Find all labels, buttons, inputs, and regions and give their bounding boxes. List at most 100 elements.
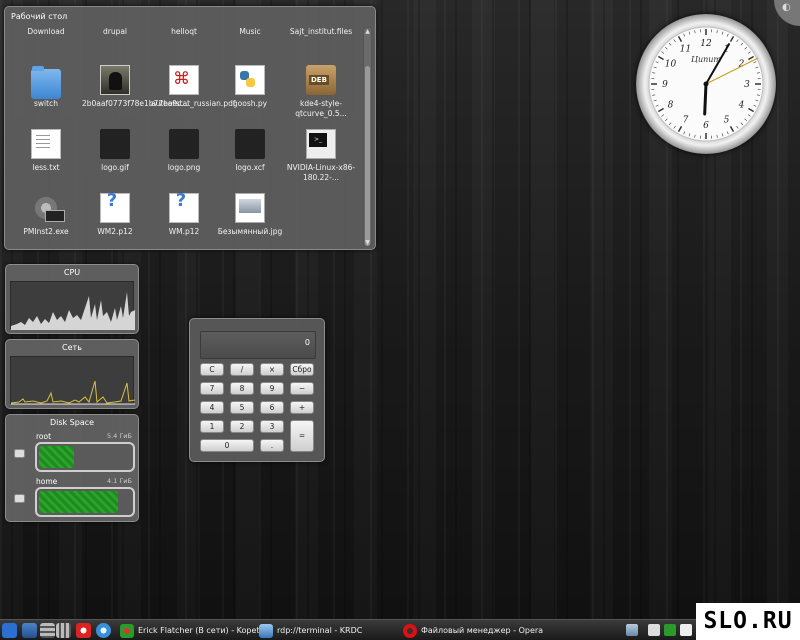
calc-key-2[interactable]: 2 bbox=[230, 420, 254, 433]
file-item-label: Download bbox=[27, 27, 65, 36]
volume-tray-icon[interactable] bbox=[648, 624, 660, 636]
file-item-label: helloqt bbox=[171, 27, 197, 36]
calc-key-9[interactable]: 9 bbox=[260, 382, 284, 395]
file-item-wm-p12[interactable]: WM.p12 bbox=[151, 193, 217, 237]
file-item-photo[interactable]: 2b0aaf0773f78e1b77ea9c... bbox=[82, 65, 189, 109]
folder-view-title: Рабочий стол bbox=[11, 12, 68, 21]
disk-space-widget: Disk Space root 5.4 ГиБ home 4.1 ГиБ bbox=[5, 414, 139, 522]
image-icon bbox=[235, 193, 265, 223]
pager-desktop-icon[interactable] bbox=[56, 623, 71, 638]
file-item-sajt-institut[interactable]: Sajt_institut.files bbox=[285, 27, 357, 37]
scrollbar-thumb[interactable] bbox=[365, 66, 370, 246]
network-tray-icon[interactable] bbox=[626, 624, 638, 636]
calc-key-5[interactable]: 5 bbox=[230, 401, 254, 414]
hard-drive-icon bbox=[14, 494, 25, 503]
image-icon bbox=[100, 129, 130, 159]
opera-icon bbox=[403, 623, 417, 638]
kopete-tray-icon[interactable] bbox=[664, 624, 676, 636]
file-item-pdf[interactable]: authorstat_russian.pdf bbox=[151, 65, 236, 109]
unknown-file-icon bbox=[169, 193, 199, 223]
calc-key-divide[interactable]: / bbox=[230, 363, 254, 376]
file-item-goosh-py[interactable]: goosh.py bbox=[217, 65, 283, 109]
analog-clock-widget: 123456789101112 Ципит bbox=[636, 14, 776, 154]
pager-icon[interactable] bbox=[40, 623, 55, 638]
konqueror-icon[interactable] bbox=[96, 623, 111, 638]
file-item-label: Безымянный.jpg bbox=[217, 227, 283, 236]
scroll-up-icon[interactable]: ▲ bbox=[364, 28, 371, 35]
clock-numeral: 12 bbox=[700, 39, 712, 49]
scroll-down-icon[interactable]: ▼ bbox=[364, 239, 371, 246]
opera-launcher-icon[interactable] bbox=[76, 623, 91, 638]
clock-numeral: 8 bbox=[668, 101, 674, 111]
task-kopete[interactable]: Erick Flatcher (В сети) - Kopete bbox=[120, 623, 264, 638]
calculator-display: 0 bbox=[200, 331, 316, 359]
disk-usage-fill bbox=[39, 446, 74, 468]
file-item-label: authorstat_russian.pdf bbox=[151, 99, 236, 108]
hard-drive-icon bbox=[14, 449, 25, 458]
file-item-helloqt[interactable]: helloqt bbox=[151, 27, 217, 37]
file-item-nvidia[interactable]: NVIDIA-Linux-x86-180.22-... bbox=[285, 129, 357, 183]
watermark-logo: SLO.RU bbox=[696, 603, 800, 640]
file-item-label: Sajt_institut.files bbox=[289, 27, 353, 36]
task-opera[interactable]: Файловый менеджер - Opera bbox=[403, 623, 543, 638]
calc-key-decimal[interactable]: . bbox=[260, 439, 284, 452]
file-item-logo-gif[interactable]: logo.gif bbox=[82, 129, 148, 173]
clock-numeral: 11 bbox=[680, 44, 691, 54]
pdf-icon bbox=[169, 65, 199, 95]
calc-key-6[interactable]: 6 bbox=[260, 401, 284, 414]
network-graph bbox=[10, 356, 135, 405]
file-item-less-txt[interactable]: less.txt bbox=[13, 129, 79, 173]
clock-numeral: 10 bbox=[665, 60, 677, 70]
clock-numeral: 5 bbox=[724, 116, 730, 126]
calc-key-8[interactable]: 8 bbox=[230, 382, 254, 395]
file-item-label: kde4-style-qtcurve_0.5... bbox=[295, 99, 347, 118]
clock-numeral: 4 bbox=[738, 101, 745, 111]
clipboard-tray-icon[interactable] bbox=[680, 624, 692, 636]
file-item-label: PMInst2.exe bbox=[23, 227, 69, 236]
file-item-bezymyanny[interactable]: Безымянный.jpg bbox=[217, 193, 283, 237]
calc-key-multiply[interactable]: × bbox=[260, 363, 284, 376]
file-item-logo-xcf[interactable]: logo.xcf bbox=[217, 129, 283, 173]
calc-key-1[interactable]: 1 bbox=[200, 420, 224, 433]
krdc-icon bbox=[259, 623, 273, 638]
file-item-deb[interactable]: kde4-style-qtcurve_0.5... bbox=[285, 65, 357, 119]
cpu-monitor-widget: CPU bbox=[5, 264, 139, 334]
file-item-label: Music bbox=[239, 27, 261, 36]
calc-key-clear[interactable]: C bbox=[200, 363, 224, 376]
task-krdc[interactable]: rdp://terminal - KRDC bbox=[259, 623, 362, 638]
taskbar: Erick Flatcher (В сети) - Kopete rdp://t… bbox=[0, 619, 800, 640]
disk-size: 5.4 ГиБ bbox=[106, 432, 132, 440]
disk-space-title: Disk Space bbox=[49, 418, 95, 427]
file-item-drupal[interactable]: drupal bbox=[82, 27, 148, 37]
calc-key-7[interactable]: 7 bbox=[200, 382, 224, 395]
disk-usage-fill bbox=[39, 491, 119, 513]
file-item-pminst2[interactable]: PMInst2.exe bbox=[13, 193, 79, 237]
disk-row-root[interactable]: root 5.4 ГиБ bbox=[10, 432, 135, 482]
disk-row-home[interactable]: home 4.1 ГиБ bbox=[10, 477, 135, 527]
kopete-icon bbox=[120, 623, 134, 638]
file-item-label: logo.xcf bbox=[235, 163, 265, 172]
file-item-label: 2b0aaf0773f78e1b77ea9c... bbox=[82, 99, 189, 108]
calc-key-plus[interactable]: + bbox=[290, 401, 314, 414]
file-item-switch[interactable]: switch bbox=[13, 65, 79, 109]
file-item-music[interactable]: Music bbox=[217, 27, 283, 37]
calc-key-4[interactable]: 4 bbox=[200, 401, 224, 414]
file-item-label: WM2.p12 bbox=[97, 227, 133, 236]
calc-key-equals[interactable]: = bbox=[290, 420, 314, 452]
calc-key-minus[interactable]: − bbox=[290, 382, 314, 395]
clock-numeral: 6 bbox=[703, 121, 709, 131]
disk-name: root bbox=[36, 432, 52, 441]
file-item-logo-png[interactable]: logo.png bbox=[151, 129, 217, 173]
kde-menu-icon[interactable] bbox=[2, 623, 17, 638]
calc-key-0[interactable]: 0 bbox=[200, 439, 254, 452]
calc-key-3[interactable]: 3 bbox=[260, 420, 284, 433]
file-item-download[interactable]: Download bbox=[13, 27, 79, 37]
desktop-toolbox-button[interactable]: ◐ bbox=[768, 0, 800, 28]
show-desktop-icon[interactable] bbox=[22, 623, 37, 638]
file-item-label: switch bbox=[34, 99, 58, 108]
file-item-wm2-p12[interactable]: WM2.p12 bbox=[82, 193, 148, 237]
folder-view-scrollbar[interactable]: ▲ ▼ bbox=[363, 27, 372, 247]
disk-size: 4.1 ГиБ bbox=[106, 477, 132, 485]
calc-key-reset[interactable]: Сбро bbox=[290, 363, 314, 376]
python-icon bbox=[235, 65, 265, 95]
